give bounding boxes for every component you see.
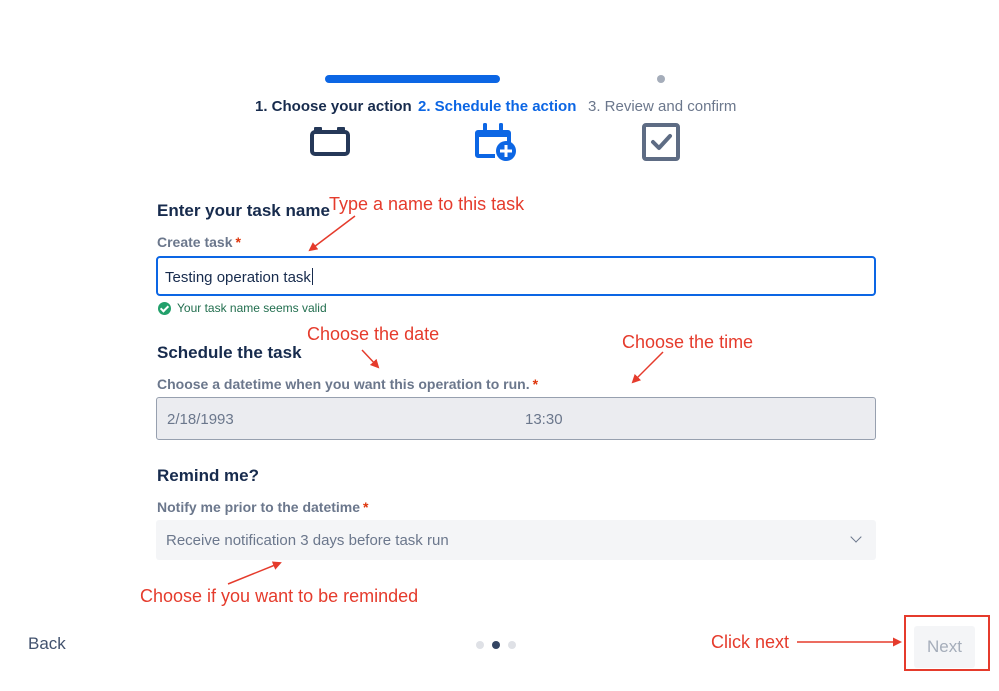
arrow-to-time	[631, 351, 664, 384]
arrow-to-select	[227, 561, 282, 585]
annotation-arrows	[227, 215, 902, 647]
arrow-to-date	[361, 349, 380, 369]
arrow-to-task-input	[308, 215, 356, 252]
